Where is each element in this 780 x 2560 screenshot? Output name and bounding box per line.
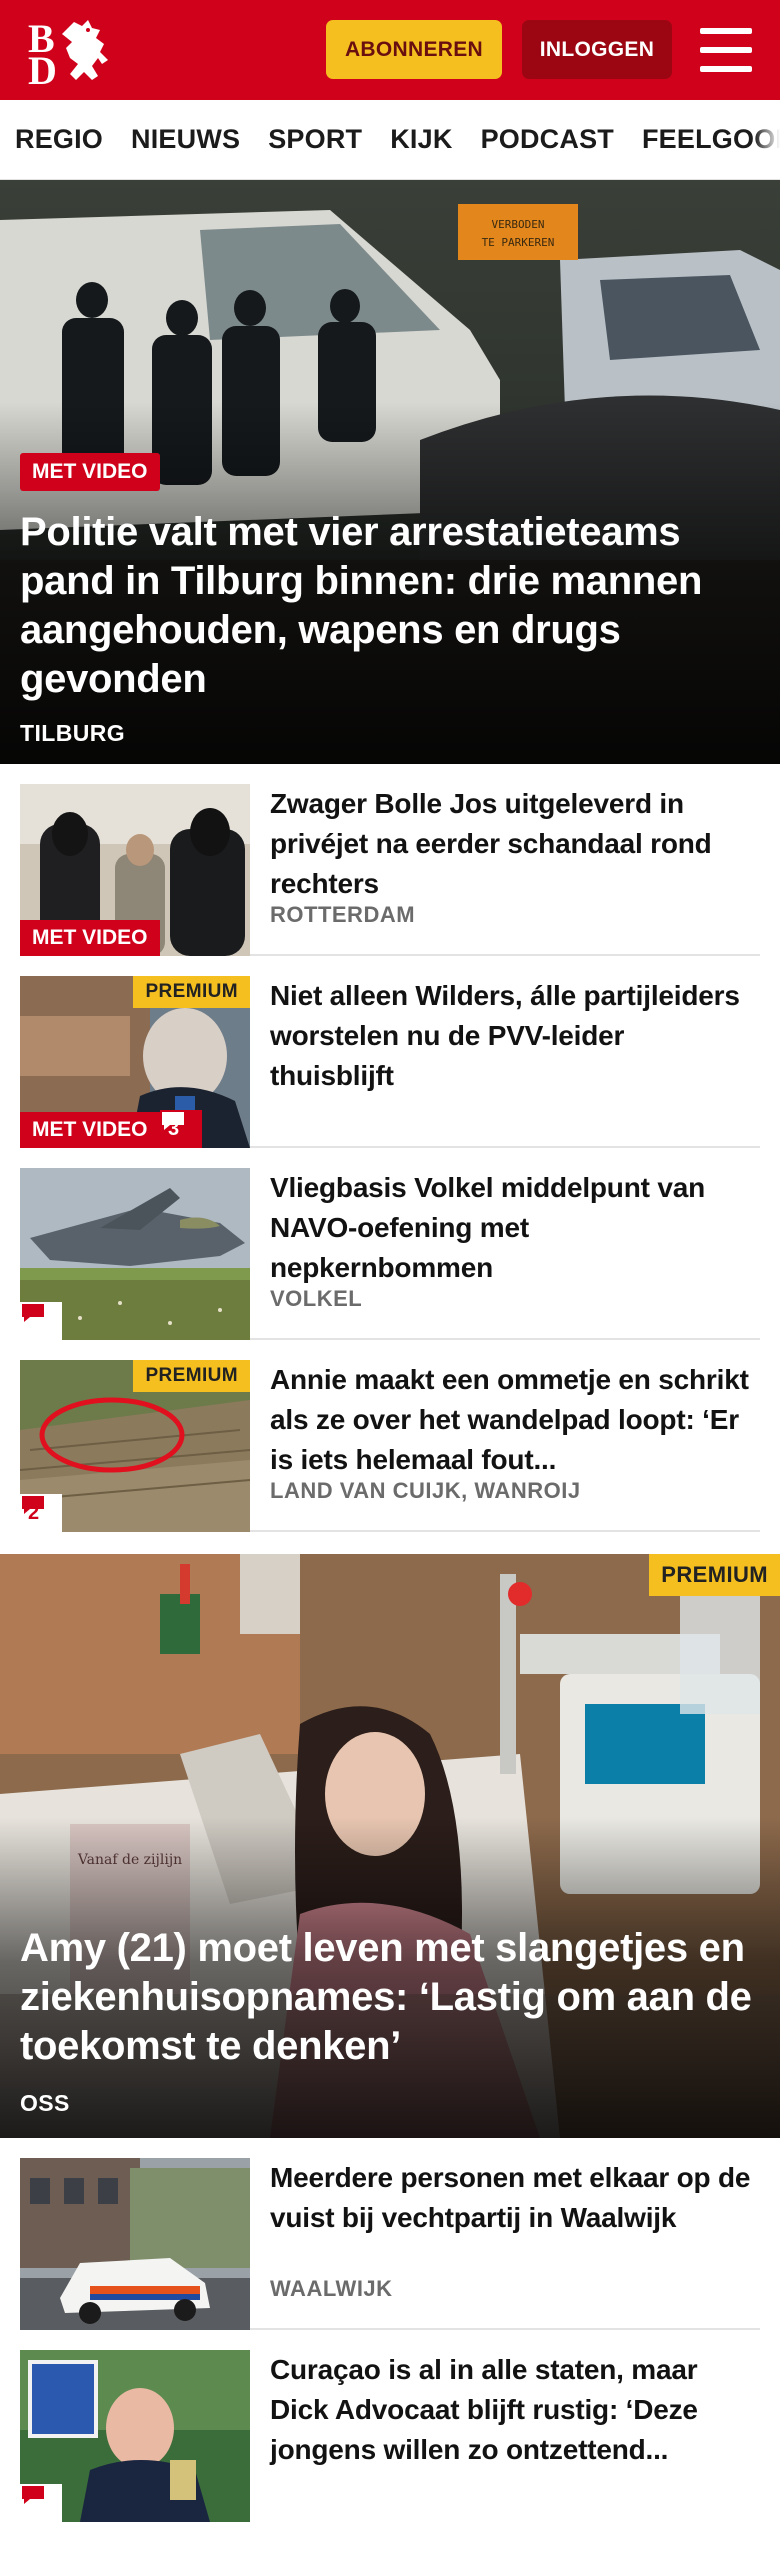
menu-icon[interactable] bbox=[700, 28, 752, 72]
comment-count[interactable] bbox=[20, 1302, 62, 1340]
site-header: B D ABONNEREN INLOGGEN bbox=[0, 0, 780, 100]
thumbnail bbox=[20, 1168, 250, 1340]
article-location: WAALWIJK bbox=[270, 2276, 393, 2301]
comment-count[interactable]: 3 bbox=[160, 1110, 202, 1148]
nav-item-nieuws[interactable]: NIEUWS bbox=[131, 124, 240, 155]
comment-icon bbox=[22, 1304, 44, 1322]
comment-count[interactable]: 2 bbox=[20, 1494, 62, 1532]
hero-article-tilburg[interactable]: VERBODEN TE PARKEREN MET VIDEO Politie v… bbox=[0, 180, 780, 764]
video-badge: MET VIDEO bbox=[20, 920, 160, 956]
thumbnail: PREMIUM 2 bbox=[20, 1360, 250, 1532]
thumbnail bbox=[20, 2350, 250, 2522]
list-item[interactable]: PREMIUM 2 Annie maakt een ommetje en sch… bbox=[20, 1340, 760, 1532]
premium-badge: PREMIUM bbox=[133, 976, 250, 1008]
nav-fade bbox=[754, 100, 780, 179]
login-button[interactable]: INLOGGEN bbox=[522, 20, 672, 79]
article-title[interactable]: Niet alleen Wilders, álle partijlei­ders… bbox=[270, 976, 755, 1096]
nav-item-kijk[interactable]: KIJK bbox=[390, 124, 452, 155]
hero-title[interactable]: Politie valt met vier arrestatieteams pa… bbox=[20, 508, 765, 704]
list-item[interactable]: Meerdere personen met elkaar op de vuist… bbox=[20, 2138, 760, 2330]
svg-text:VERBODEN: VERBODEN bbox=[492, 218, 545, 231]
video-badge: MET VIDEO bbox=[20, 1112, 160, 1148]
article-location: ROTTERDAM bbox=[270, 902, 416, 927]
list-item[interactable]: Curaçao is al in alle staten, maar Dick … bbox=[20, 2330, 760, 2522]
thumbnail: MET VIDEO bbox=[20, 784, 250, 956]
article-location: VOLKEL bbox=[270, 1286, 363, 1311]
hero-location: OSS bbox=[20, 2090, 70, 2116]
premium-badge: PREMIUM bbox=[133, 1360, 250, 1392]
nav-item-regio[interactable]: REGIO bbox=[15, 124, 103, 155]
premium-badge: PREMIUM bbox=[649, 1554, 780, 1596]
svg-text:TE PARKEREN: TE PARKEREN bbox=[482, 236, 555, 249]
article-title[interactable]: Vliegbasis Volkel middelpunt van NAVO-oe… bbox=[270, 1168, 755, 1288]
comment-count[interactable] bbox=[20, 2484, 62, 2522]
hero-title[interactable]: Amy (21) moet leven met slangetjes en zi… bbox=[20, 1924, 765, 2071]
thumbnail bbox=[20, 2158, 250, 2330]
svg-text:D: D bbox=[28, 48, 57, 86]
article-title[interactable]: Zwager Bolle Jos uitgeleverd in privéjet… bbox=[270, 784, 755, 904]
thumbnail: PREMIUM MET VIDEO 3 bbox=[20, 976, 250, 1148]
comment-icon bbox=[22, 2486, 44, 2504]
list-item[interactable]: MET VIDEO Zwager Bolle Jos uitgeleverd i… bbox=[20, 764, 760, 956]
article-location: LAND VAN CUIJK, WANROIJ bbox=[270, 1478, 581, 1503]
article-title[interactable]: Curaçao is al in alle staten, maar Dick … bbox=[270, 2350, 755, 2470]
hero-article-oss[interactable]: Vanaf de zijlijn PREMIUM Amy (21) moet l… bbox=[0, 1554, 780, 2138]
comment-icon bbox=[162, 1112, 184, 1130]
list-item[interactable]: PREMIUM MET VIDEO 3 Niet alleen Wilders,… bbox=[20, 956, 760, 1148]
article-title[interactable]: Meerdere personen met elkaar op de vuist… bbox=[270, 2158, 755, 2238]
article-title[interactable]: Annie maakt een ommetje en schrikt als z… bbox=[270, 1360, 755, 1480]
comment-icon bbox=[22, 1496, 44, 1514]
list-item[interactable]: Vliegbasis Volkel middelpunt van NAVO-oe… bbox=[20, 1148, 760, 1340]
video-badge: MET VIDEO bbox=[20, 453, 160, 491]
hero-location: TILBURG bbox=[20, 720, 126, 746]
bd-logo[interactable]: B D bbox=[22, 14, 118, 93]
nav-item-sport[interactable]: SPORT bbox=[268, 124, 362, 155]
nav-item-podcast[interactable]: PODCAST bbox=[481, 124, 614, 155]
subscribe-button[interactable]: ABONNEREN bbox=[326, 20, 502, 79]
section-nav: REGIO NIEUWS SPORT KIJK PODCAST FEELGOOD… bbox=[0, 100, 780, 180]
photo-police-car bbox=[20, 2158, 250, 2330]
